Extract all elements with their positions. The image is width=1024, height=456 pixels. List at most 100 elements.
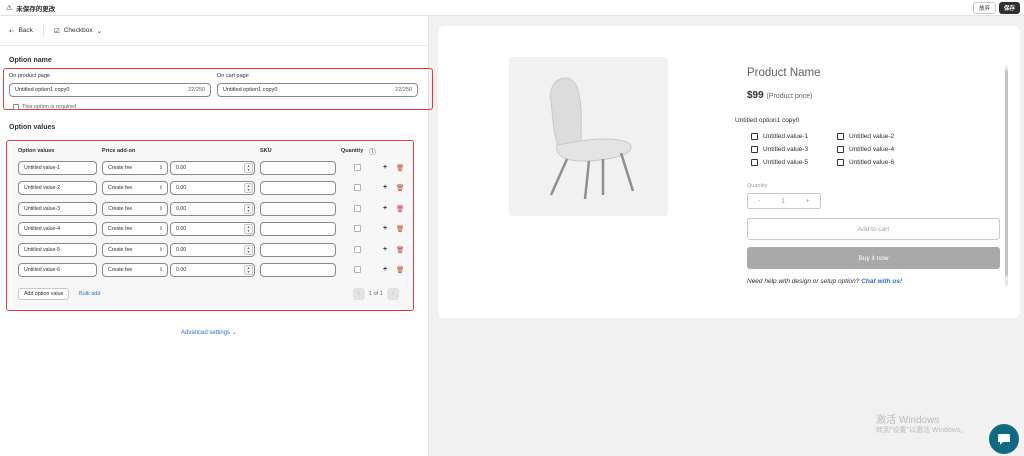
prev-page-button[interactable]: ‹ [353, 288, 365, 300]
checkbox-box[interactable] [751, 133, 758, 140]
option-value-input[interactable]: Untitled value-5 [18, 243, 97, 257]
add-row-icon[interactable]: + [383, 225, 387, 232]
price-input[interactable]: 0.00 ▲ ▼ [170, 181, 255, 195]
discard-button[interactable]: 放弃 [972, 2, 996, 14]
required-checkbox-box[interactable] [13, 104, 19, 110]
preview-option-title: Untitled option1 copy0 [735, 117, 800, 124]
trash-icon[interactable]: 🗑 [396, 266, 404, 274]
price-input[interactable]: 0.00 ▲ ▼ [170, 222, 255, 236]
plus-icon[interactable]: + [806, 198, 810, 205]
cart-page-name-input[interactable]: Untitled option1 copy0 22/250 [217, 83, 418, 97]
checkbox-box[interactable] [837, 159, 844, 166]
quantity-stepper[interactable]: - 1 + [747, 193, 821, 209]
choice-label: Untitled value-6 [849, 159, 895, 166]
price-type-select[interactable]: Create fee ⇕ [102, 243, 168, 257]
stepper-icon[interactable]: ▲ ▼ [244, 204, 253, 214]
quantity-checkbox[interactable] [354, 205, 361, 212]
trash-icon[interactable]: 🗑 [396, 164, 404, 172]
preview-choice[interactable]: Untitled value-1 [751, 133, 808, 140]
option-type-dropdown[interactable]: ☑ Checkbox ⌄ [54, 27, 102, 35]
buy-now-button[interactable]: Buy it now [747, 247, 1000, 269]
price-value: 0.00 [176, 226, 187, 232]
next-page-button[interactable]: › [386, 288, 399, 300]
product-preview-card: Product Name $99 (Product price) Untitle… [438, 26, 1020, 318]
stepper-icon[interactable]: ▲ ▼ [244, 163, 253, 173]
chat-link[interactable]: Chat with us! [861, 278, 902, 285]
price-input[interactable]: 0.00 ▲ ▼ [170, 263, 255, 277]
option-value-input[interactable]: Untitled value-2 [18, 181, 97, 195]
quantity-checkbox[interactable] [354, 184, 361, 191]
trash-icon[interactable]: 🗑 [396, 205, 404, 213]
stepper-icon[interactable]: ▲ ▼ [244, 245, 253, 255]
price-type-select[interactable]: Create fee ⇕ [102, 222, 168, 236]
sku-input[interactable] [260, 202, 336, 216]
price-input[interactable]: 0.00 ▲ ▼ [170, 202, 255, 216]
price-input[interactable]: 0.00 ▲ ▼ [170, 243, 255, 257]
price-type-value: Create fee [108, 206, 133, 212]
quantity-checkbox[interactable] [354, 266, 361, 273]
add-to-cart-button[interactable]: Add to cart [747, 218, 1000, 240]
back-arrow-icon: ⇠ [9, 27, 15, 35]
add-row-icon[interactable]: + [383, 266, 387, 273]
quantity-checkbox[interactable] [354, 164, 361, 171]
checkbox-box[interactable] [751, 159, 758, 166]
sku-input[interactable] [260, 161, 336, 175]
column-option-values: Option values [18, 148, 55, 154]
checkbox-icon: ☑ [53, 27, 60, 35]
preview-choice[interactable]: Untitled value-5 [751, 159, 808, 166]
preview-choice[interactable]: Untitled value-3 [751, 146, 808, 153]
checkbox-box[interactable] [837, 133, 844, 140]
stepper-icon[interactable]: ▲ ▼ [244, 224, 253, 234]
activate-windows-title: 激活 Windows [876, 415, 940, 426]
trash-icon[interactable]: 🗑 [396, 246, 404, 254]
stepper-icon[interactable]: ▲ ▼ [244, 183, 253, 193]
add-row-icon[interactable]: + [383, 205, 387, 212]
save-button[interactable]: 保存 [998, 2, 1020, 14]
editor-subbar: ⇠ Back ☑ Checkbox ⌄ [0, 16, 428, 46]
advanced-settings-toggle[interactable]: Advanced settings ⌄ [181, 329, 237, 336]
option-value-input[interactable]: Untitled value-4 [18, 222, 97, 236]
add-option-value-button[interactable]: Add option value [18, 288, 70, 300]
sku-input[interactable] [260, 222, 336, 236]
option-value-input[interactable]: Untitled value-3 [18, 202, 97, 216]
sku-input[interactable] [260, 263, 336, 277]
quantity-checkbox[interactable] [354, 225, 361, 232]
trash-icon[interactable]: 🗑 [396, 184, 404, 192]
chat-widget-button[interactable] [989, 424, 1019, 454]
preview-choice[interactable]: Untitled value-6 [837, 159, 894, 166]
add-row-icon[interactable]: + [383, 184, 387, 191]
preview-choice[interactable]: Untitled value-2 [837, 133, 894, 140]
back-button[interactable]: ⇠ Back [9, 27, 33, 35]
add-row-icon[interactable]: + [383, 246, 387, 253]
pagination: ‹ 1 of 1 › [353, 288, 399, 300]
checkbox-box[interactable] [751, 146, 758, 153]
column-price-add-on: Price add-on [102, 148, 136, 154]
option-value-input[interactable]: Untitled value-1 [18, 161, 97, 175]
price-type-select[interactable]: Create fee ⇕ [102, 202, 168, 216]
minus-icon[interactable]: - [758, 198, 760, 205]
select-arrows-icon: ⇕ [158, 247, 163, 253]
select-arrows-icon: ⇕ [158, 267, 163, 273]
checkbox-box[interactable] [837, 146, 844, 153]
price-input[interactable]: 0.00 ▲ ▼ [170, 161, 255, 175]
preview-scrollbar-thumb[interactable] [1005, 70, 1008, 276]
bulk-add-link[interactable]: Bulk add [79, 291, 100, 297]
sku-input[interactable] [260, 181, 336, 195]
add-row-icon[interactable]: + [383, 164, 387, 171]
preview-choice[interactable]: Untitled value-4 [837, 146, 894, 153]
stepper-icon[interactable]: ▲ ▼ [244, 265, 253, 275]
required-checkbox[interactable]: This option is required [13, 104, 76, 110]
column-sku: SKU [260, 148, 272, 154]
product-page-name-input[interactable]: Untitled option1 copy0 22/250 [9, 83, 211, 97]
trash-icon[interactable]: 🗑 [396, 225, 404, 233]
price-type-select[interactable]: Create fee ⇕ [102, 161, 168, 175]
price-type-value: Create fee [108, 226, 133, 232]
cart-page-label: On cart page [217, 73, 249, 79]
price-type-select[interactable]: Create fee ⇕ [102, 181, 168, 195]
quantity-checkbox[interactable] [354, 246, 361, 253]
price-type-value: Create fee [108, 165, 133, 171]
sku-input[interactable] [260, 243, 336, 257]
option-value-input[interactable]: Untitled value-6 [18, 263, 97, 277]
price-type-select[interactable]: Create fee ⇕ [102, 263, 168, 277]
info-icon[interactable]: ⓘ [369, 147, 376, 157]
